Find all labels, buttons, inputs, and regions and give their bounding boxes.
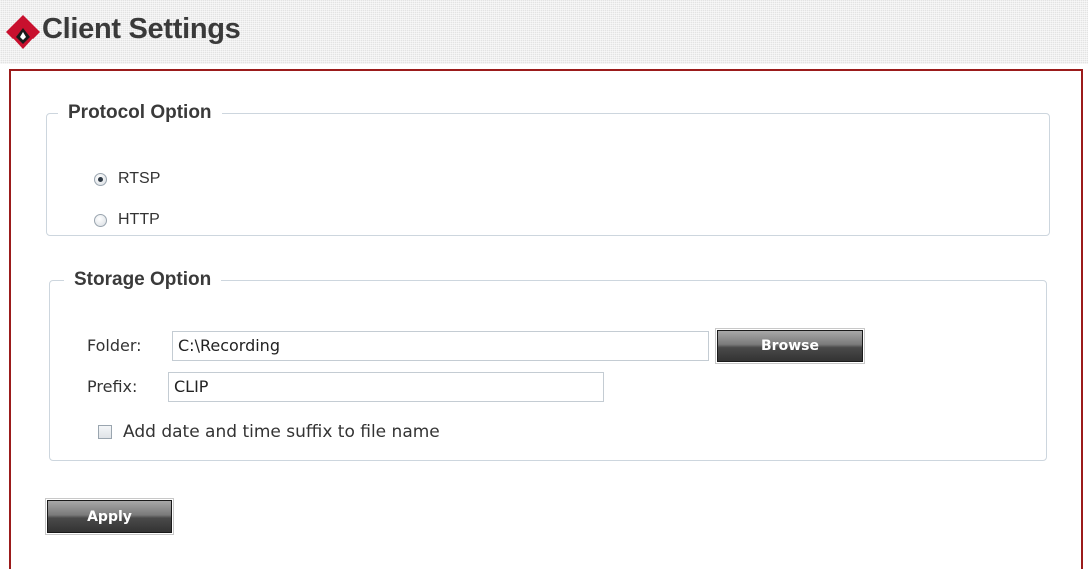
folder-label: Folder:	[87, 336, 142, 355]
client-settings-logo-icon	[6, 15, 40, 49]
date-time-suffix-option[interactable]: Add date and time suffix to file name	[98, 422, 440, 442]
folder-input[interactable]: C:\Recording	[172, 331, 709, 361]
prefix-label: Prefix:	[87, 377, 138, 396]
apply-button[interactable]: Apply	[45, 498, 174, 535]
browse-button[interactable]: Browse	[715, 328, 865, 364]
storage-option-legend: Storage Option	[74, 269, 212, 290]
page-title: Client Settings	[42, 13, 241, 45]
protocol-rtsp-option[interactable]: RTSP	[94, 170, 160, 188]
rtsp-radio[interactable]	[94, 172, 107, 186]
rtsp-label: RTSP	[118, 170, 161, 187]
prefix-input[interactable]: CLIP	[168, 372, 604, 402]
storage-option-group: Storage Option Folder: C:\Recording Brow…	[49, 269, 1047, 461]
http-label: HTTP	[118, 211, 160, 228]
page-header: Client Settings	[0, 0, 1088, 64]
date-time-suffix-checkbox[interactable]	[98, 425, 112, 439]
protocol-option-legend: Protocol Option	[68, 102, 212, 123]
settings-panel: Protocol Option RTSP HTTP Storage Option…	[9, 69, 1083, 569]
protocol-http-option[interactable]: HTTP	[94, 211, 160, 229]
http-radio[interactable]	[94, 213, 107, 227]
protocol-option-group: Protocol Option RTSP HTTP	[46, 102, 1050, 236]
date-time-suffix-label: Add date and time suffix to file name	[123, 422, 440, 442]
